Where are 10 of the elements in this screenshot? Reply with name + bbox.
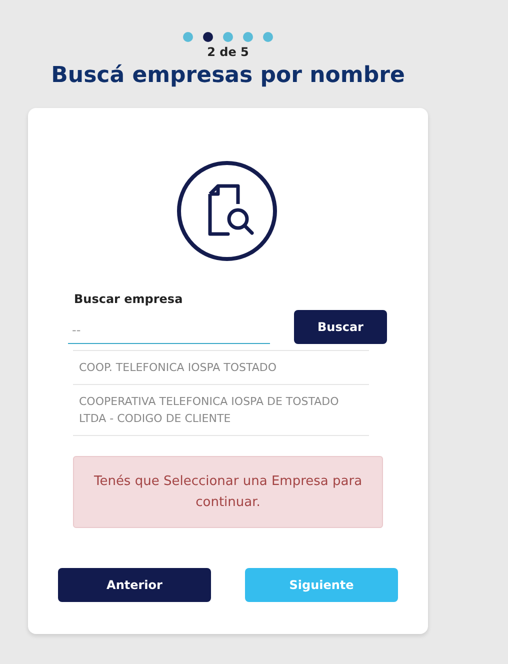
next-button[interactable]: Siguiente xyxy=(245,568,398,602)
field-label: Buscar empresa xyxy=(74,292,183,306)
back-button[interactable]: Anterior xyxy=(58,568,211,602)
step-counter: 2 de 5 xyxy=(207,45,249,59)
result-item[interactable]: COOPERATIVA TELEFONICA IOSPA DE TOSTADO LTDA - CODIGO DE CLIENTE xyxy=(73,384,369,436)
error-alert: Tenés que Seleccionar una Empresa para continuar. xyxy=(73,456,383,528)
document-search-icon xyxy=(176,160,278,262)
search-button[interactable]: Buscar xyxy=(294,310,387,344)
result-item[interactable]: COOP. TELEFONICA IOSPA TOSTADO xyxy=(73,350,369,384)
page-title: Buscá empresas por nombre xyxy=(51,63,405,88)
